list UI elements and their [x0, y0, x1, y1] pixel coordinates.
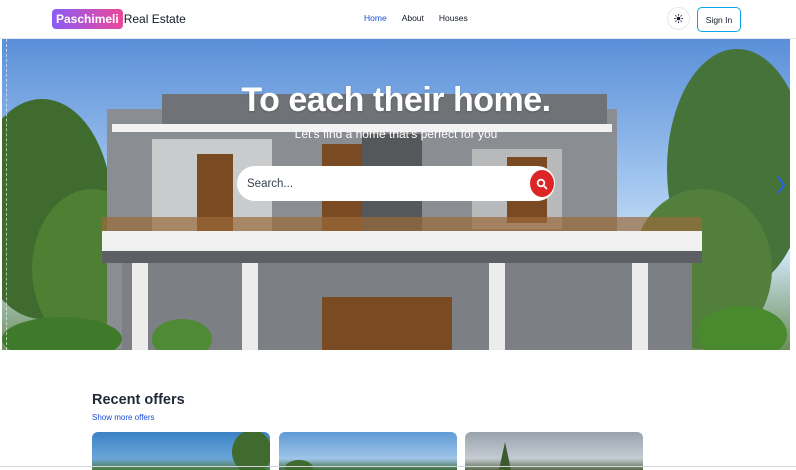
offer-card[interactable] [465, 432, 643, 470]
search-button[interactable] [530, 170, 554, 197]
offer-image [499, 442, 511, 470]
offer-card[interactable] [279, 432, 457, 470]
page-divider [0, 466, 796, 467]
nav-link-home[interactable]: Home [364, 13, 387, 23]
brand-logo[interactable]: Paschimeli Real Estate [52, 8, 186, 30]
offer-card[interactable] [92, 432, 270, 470]
sun-icon [674, 14, 683, 23]
hero-title: To each their home. [241, 81, 551, 119]
hero-search-bar [237, 166, 555, 201]
nav-link-about[interactable]: About [402, 13, 424, 23]
hero-banner: To each their home. Let's find a home th… [2, 39, 790, 350]
show-more-offers-link[interactable]: Show more offers [92, 413, 155, 422]
search-input[interactable] [247, 166, 517, 201]
carousel-next-control[interactable] [776, 175, 786, 201]
chevron-right-icon [777, 176, 786, 194]
hero-subtitle: Let's find a home that's perfect for you [294, 127, 498, 141]
theme-toggle-button[interactable] [667, 7, 690, 30]
recent-offers-heading: Recent offers [92, 392, 185, 408]
navbar: Paschimeli Real Estate Home About Houses… [0, 0, 796, 39]
brand-name-rest: Real Estate [123, 12, 186, 26]
main-nav: Home About Houses [364, 13, 483, 23]
offer-image [285, 460, 313, 470]
nav-link-houses[interactable]: Houses [439, 13, 468, 23]
search-icon [536, 178, 548, 189]
sign-in-button[interactable]: Sign In [697, 7, 741, 32]
offer-image [232, 432, 270, 470]
brand-name-highlight: Paschimeli [52, 9, 123, 29]
